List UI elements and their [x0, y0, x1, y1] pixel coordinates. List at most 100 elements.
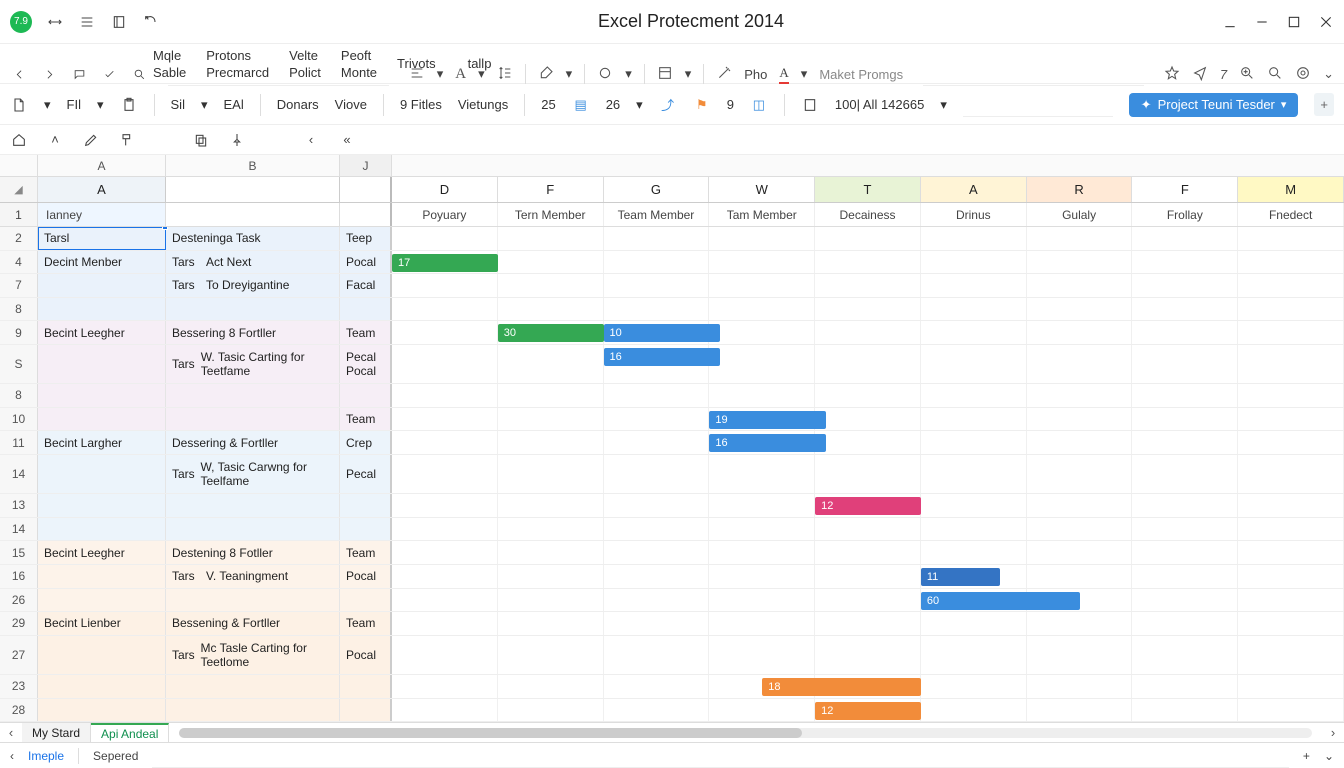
- cell-c[interactable]: Teep: [340, 227, 392, 250]
- row-gutter[interactable]: 10: [0, 408, 38, 431]
- gantt-area[interactable]: 16: [392, 345, 1344, 383]
- cell-c[interactable]: [340, 384, 392, 407]
- cell-c[interactable]: Team: [340, 408, 392, 431]
- ribbon-range[interactable]: 100| All 142665: [835, 97, 924, 112]
- frozen-col-a-5[interactable]: A: [921, 177, 1027, 202]
- cell-a[interactable]: [38, 345, 166, 383]
- gantt-area[interactable]: 11: [392, 565, 1344, 588]
- status-sepered[interactable]: Sepered: [93, 749, 138, 763]
- sheet-tab-1[interactable]: My Stard: [22, 723, 91, 742]
- gantt-area[interactable]: 12: [392, 494, 1344, 517]
- cell-a[interactable]: [38, 636, 166, 674]
- chevron-up-icon[interactable]: ˄: [46, 131, 64, 149]
- hscroll-track[interactable]: [179, 728, 1312, 738]
- row-gutter[interactable]: 8: [0, 384, 38, 407]
- sub-col-2[interactable]: Team Member: [604, 203, 710, 226]
- gantt-area[interactable]: 18: [392, 675, 1344, 698]
- cell-b[interactable]: TarsW, Tasic Carwng for Teelfame: [166, 455, 340, 493]
- cell-c[interactable]: [340, 675, 392, 698]
- cell-a[interactable]: [38, 675, 166, 698]
- gantt-area[interactable]: [392, 298, 1344, 321]
- cell-a[interactable]: Becint Lienber: [38, 612, 166, 635]
- font-color-icon[interactable]: A: [779, 65, 788, 84]
- cell-a[interactable]: Becint Leegher: [38, 541, 166, 564]
- menu-peoft[interactable]: Peoft: [333, 48, 385, 63]
- sheet-tab-2[interactable]: Api Andeal: [91, 723, 169, 742]
- sub-col-4[interactable]: Decainess: [815, 203, 921, 226]
- sub-col-8[interactable]: Fnedect: [1238, 203, 1344, 226]
- cell-c[interactable]: Crep: [340, 431, 392, 454]
- sub-col-0[interactable]: Poyuary: [392, 203, 498, 226]
- gantt-bar[interactable]: 19: [709, 411, 825, 429]
- share-icon[interactable]: [1192, 65, 1208, 84]
- status-plus-icon[interactable]: +: [1303, 749, 1310, 763]
- gantt-bar[interactable]: 60: [921, 592, 1080, 610]
- row-gutter-corner[interactable]: ◢: [0, 177, 38, 202]
- cell-c[interactable]: Pocal: [340, 565, 392, 588]
- wand-icon[interactable]: [716, 65, 732, 84]
- cell-a[interactable]: [38, 589, 166, 612]
- cell-a[interactable]: [38, 274, 166, 297]
- cell-c[interactable]: Pocal: [340, 636, 392, 674]
- cell-b[interactable]: TarsMc Tasle Carting for Teetlome: [166, 636, 340, 674]
- gantt-bar[interactable]: 30: [498, 324, 604, 342]
- gantt-area[interactable]: [392, 455, 1344, 493]
- gantt-bar[interactable]: 12: [815, 702, 921, 720]
- spark-icon[interactable]: ⤴: [659, 96, 677, 114]
- page-icon[interactable]: [801, 96, 819, 114]
- gantt-bar[interactable]: 16: [709, 434, 825, 452]
- cell-a[interactable]: Becint Largher: [38, 431, 166, 454]
- prev-icon[interactable]: ‹: [302, 131, 320, 149]
- cell-b[interactable]: [166, 589, 340, 612]
- ribbon-donars[interactable]: Donars: [277, 97, 319, 112]
- cell-a[interactable]: Becint Leegher: [38, 321, 166, 344]
- ribbon-filters[interactable]: 9 Fitles: [400, 97, 442, 112]
- cell-b[interactable]: Desteninga Task: [166, 227, 340, 250]
- gantt-area[interactable]: 60: [392, 589, 1344, 612]
- cell-b[interactable]: Bessering 8 Fortller: [166, 321, 340, 344]
- cell-c[interactable]: [340, 494, 392, 517]
- seven-icon[interactable]: 7: [1220, 67, 1227, 82]
- target-icon[interactable]: [1295, 65, 1311, 84]
- row-gutter[interactable]: 27: [0, 636, 38, 674]
- row-gutter[interactable]: 8: [0, 298, 38, 321]
- first-icon[interactable]: «: [338, 131, 356, 149]
- gantt-area[interactable]: [392, 384, 1344, 407]
- brush-icon[interactable]: [538, 65, 554, 84]
- cell-b[interactable]: TarsW. Tasic Carting for Teetfame: [166, 345, 340, 383]
- maximize-icon[interactable]: [1286, 14, 1302, 30]
- gantt-area[interactable]: 12: [392, 699, 1344, 722]
- chevron-down-icon[interactable]: ⌄: [1323, 66, 1334, 82]
- sub-col-5[interactable]: Drinus: [921, 203, 1027, 226]
- row-gutter[interactable]: 14: [0, 455, 38, 493]
- status-back-icon[interactable]: ‹: [10, 749, 14, 763]
- cell-c[interactable]: Team: [340, 321, 392, 344]
- nav-arrows-icon[interactable]: [46, 13, 64, 31]
- cell-a[interactable]: [38, 298, 166, 321]
- sheet-next-icon[interactable]: ›: [1322, 725, 1344, 740]
- frozen-col-g-2[interactable]: G: [604, 177, 710, 202]
- cell-b[interactable]: Dessering & Fortller: [166, 431, 340, 454]
- flag-icon[interactable]: ⚑: [693, 96, 711, 114]
- row-gutter[interactable]: 9: [0, 321, 38, 344]
- frozen-col-a[interactable]: A: [38, 177, 166, 202]
- frozen-col-f-1[interactable]: F: [498, 177, 604, 202]
- row-1-gutter[interactable]: 1: [0, 203, 38, 226]
- menu-mqle[interactable]: Mqle: [145, 48, 194, 63]
- clipboard-icon[interactable]: [120, 96, 138, 114]
- pin-icon[interactable]: [228, 131, 246, 149]
- gantt-area[interactable]: [392, 541, 1344, 564]
- zoom-in-icon[interactable]: [1239, 65, 1255, 84]
- gantt-area[interactable]: 17: [392, 251, 1344, 274]
- sub-col-1[interactable]: Tern Member: [498, 203, 604, 226]
- ribbon-num2[interactable]: 26: [606, 97, 620, 112]
- back-icon[interactable]: [10, 65, 28, 83]
- row-gutter[interactable]: 29: [0, 612, 38, 635]
- check-icon[interactable]: [100, 65, 118, 83]
- chart-icon[interactable]: ◫: [750, 96, 768, 114]
- cell-b[interactable]: TarsV. Teaningment: [166, 565, 340, 588]
- add-panel-button[interactable]: +: [1314, 93, 1334, 116]
- cell-c[interactable]: Pecal Pocal: [340, 345, 392, 383]
- cell-c[interactable]: [340, 589, 392, 612]
- row-1-a[interactable]: Ianney: [38, 203, 166, 226]
